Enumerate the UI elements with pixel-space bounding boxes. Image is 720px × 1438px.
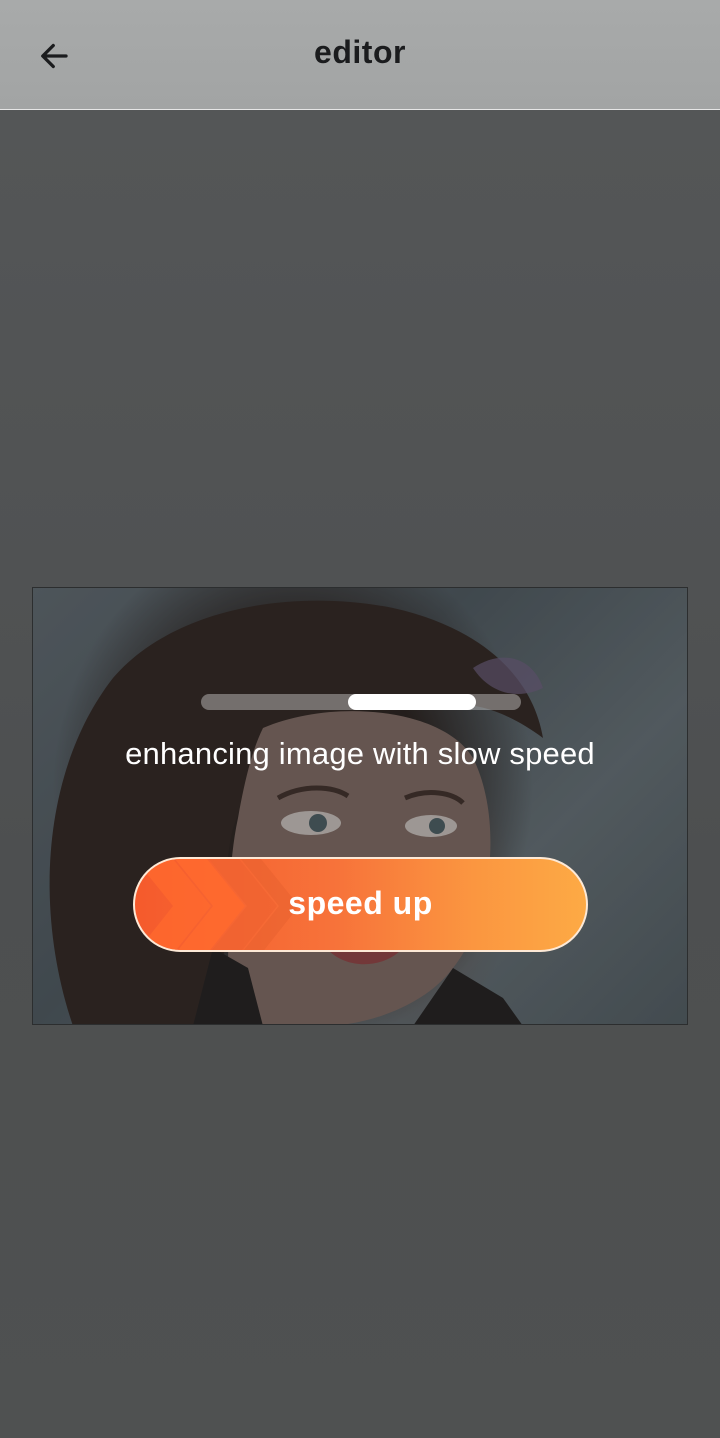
- page-title: editor: [314, 34, 406, 70]
- status-text: enhancing image with slow speed: [125, 736, 595, 771]
- progress-indicator: [348, 694, 476, 710]
- speed-up-label: speed up: [288, 885, 433, 921]
- image-preview: enhancing image with slow speed speed up: [32, 587, 688, 1025]
- speed-up-button[interactable]: speed up: [133, 857, 588, 952]
- progress-track: [201, 694, 521, 710]
- app-bar: editor: [0, 0, 720, 110]
- photo-dim-overlay: [33, 588, 687, 1024]
